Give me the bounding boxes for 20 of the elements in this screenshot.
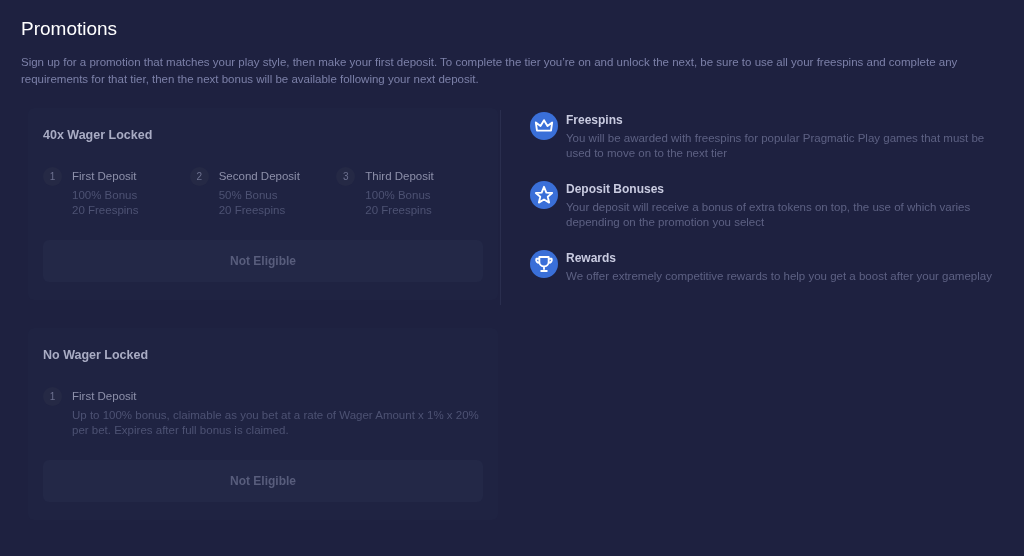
- promotion-name: 40x Wager Locked: [43, 127, 154, 144]
- step-number: 3: [336, 166, 356, 186]
- feature-title: Deposit Bonuses: [566, 181, 665, 197]
- step-title: First Deposit: [72, 168, 138, 184]
- step-title: Second Deposit: [218, 168, 300, 184]
- feature-description: You will be awarded with freespins for popular Pragmatic Play games that must be used to move on to the next tier: [566, 131, 986, 161]
- feature-title: Freespins: [566, 112, 624, 128]
- step-title: First Deposit: [72, 388, 138, 404]
- intro-text: Sign up for a promotion that matches your play style, then make your first deposit. To complete the tier you’re on and unlock the next, be sure to use all your freespins and complete any requirements for that tier, then the next bonus will be available following your next deposit.: [21, 55, 959, 87]
- page-title: Promotions: [21, 17, 119, 41]
- trophy-icon: [530, 250, 558, 278]
- crown-icon: [530, 112, 558, 140]
- step-number: 2: [189, 166, 209, 186]
- step-title: Third Deposit: [365, 168, 434, 184]
- promotion-name: No Wager Locked: [43, 346, 150, 364]
- step-number: 1: [43, 166, 62, 186]
- feature-description: Your deposit will receive a bonus of extra tokens on top, the use of which varies depending on the promotion you select: [566, 200, 972, 230]
- feature-description: We offer extremely competitive rewards to help you get a boost after your gameplay: [566, 269, 992, 284]
- feature-title: Rewards: [566, 250, 618, 266]
- step-number: 1: [43, 386, 62, 406]
